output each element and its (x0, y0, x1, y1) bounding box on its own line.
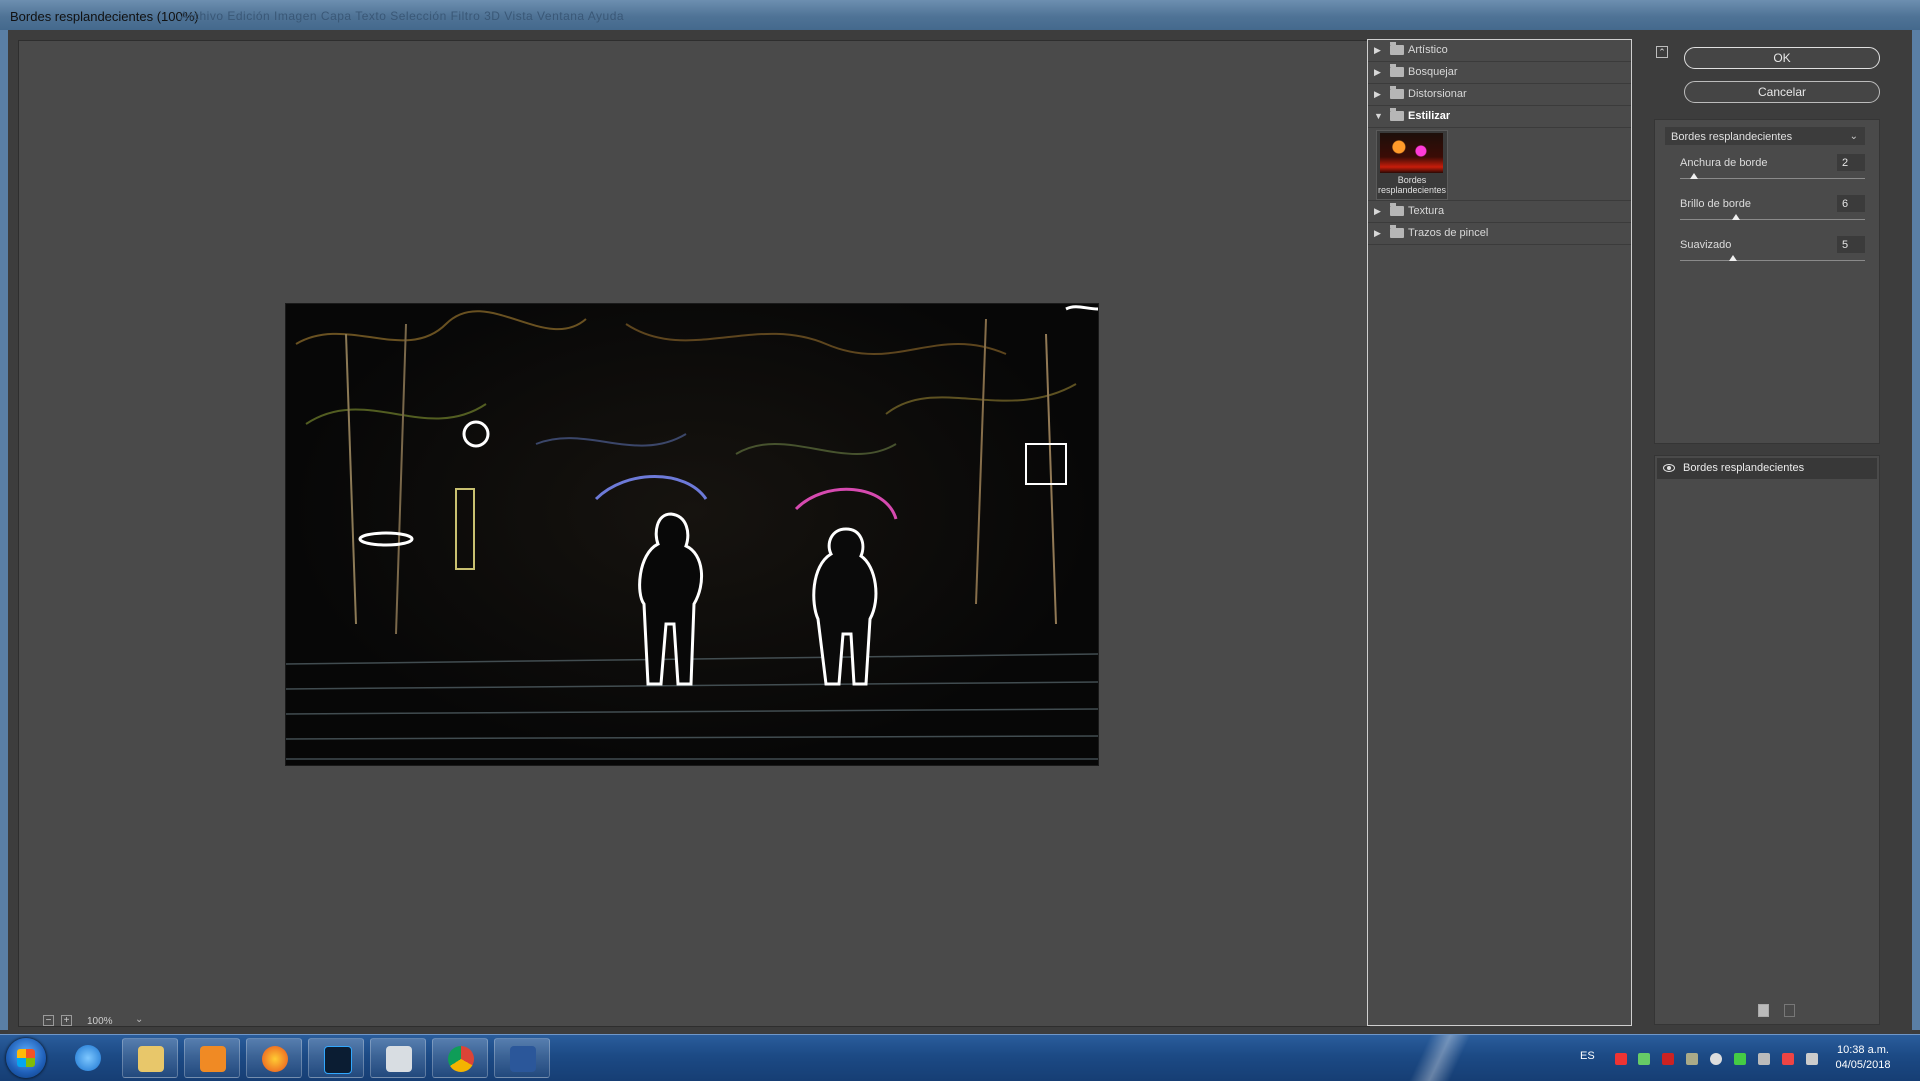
expand-arrow-icon[interactable]: ▶ (1374, 67, 1381, 78)
folder-icon (1390, 42, 1404, 55)
category-trazos-de-pincel[interactable]: ▶ Trazos de pincel (1368, 223, 1631, 245)
effect-layer-name: Bordes resplandecientes (1683, 462, 1805, 474)
category-artistico[interactable]: ▶ Artístico (1368, 40, 1631, 62)
category-label: Textura (1408, 205, 1445, 217)
window-frame-right (1912, 30, 1920, 1030)
param-label: Brillo de borde (1680, 198, 1751, 210)
cancel-button[interactable]: Cancelar (1684, 81, 1880, 103)
param-value-input[interactable]: 5 (1837, 236, 1865, 253)
tray-app-icon[interactable] (1710, 1053, 1722, 1065)
eye-icon[interactable] (1663, 464, 1675, 472)
expand-arrow-icon[interactable]: ▶ (1374, 206, 1381, 217)
tray-app-icon[interactable] (1615, 1053, 1627, 1065)
volume-icon[interactable] (1758, 1053, 1770, 1065)
tray-app-icon[interactable] (1662, 1053, 1674, 1065)
category-estilizar[interactable]: ▼ Estilizar (1368, 106, 1631, 128)
photoshop-icon[interactable] (308, 1038, 364, 1078)
preview-area[interactable]: − + 100% ⌄ (18, 40, 1370, 1027)
effect-layers-panel: Bordes resplandecientes (1654, 455, 1880, 1025)
param-slider-track[interactable] (1680, 178, 1865, 179)
start-button[interactable] (6, 1038, 46, 1078)
language-indicator[interactable]: ES (1580, 1050, 1595, 1062)
param-slider-track[interactable] (1680, 219, 1865, 220)
param-anchura-de-borde: Anchura de borde 2 (1665, 154, 1875, 194)
background-menu-bar: Archivo Edición Imagen Capa Texto Selecc… (180, 9, 625, 23)
filter-gallery-dialog: − + 100% ⌄ ▶ Artístico ▶ Bosquejar ▶ Dis… (8, 30, 1912, 1034)
collapse-gallery-button[interactable]: ⌃ (1656, 46, 1668, 58)
action-center-flag-icon[interactable] (1782, 1053, 1794, 1065)
folder-icon (1390, 64, 1404, 77)
ok-button[interactable]: OK (1684, 47, 1880, 69)
preview-image[interactable] (285, 303, 1099, 766)
filter-thumbnails: Bordes resplandecientes (1368, 128, 1631, 201)
expand-arrow-icon[interactable]: ▶ (1374, 45, 1381, 56)
title-bar: Bordes resplandecientes (100%) Archivo E… (0, 0, 1920, 30)
trash-icon[interactable] (1784, 1004, 1795, 1017)
clock[interactable]: 10:38 a.m. 04/05/2018 (1818, 1043, 1908, 1073)
category-textura[interactable]: ▶ Textura (1368, 201, 1631, 223)
param-label: Suavizado (1680, 239, 1732, 251)
tray-app-icon[interactable] (1638, 1053, 1650, 1065)
param-value-input[interactable]: 6 (1837, 195, 1865, 212)
glowing-edges-preview-art (286, 305, 1098, 760)
clock-time: 10:38 a.m. (1837, 1044, 1889, 1056)
filter-thumb-caption: Bordes resplandecientes (1377, 175, 1447, 195)
param-slider-knob[interactable] (1731, 214, 1740, 220)
param-label: Anchura de borde (1680, 157, 1768, 169)
chrome-icon[interactable] (432, 1038, 488, 1078)
notes-icon[interactable] (370, 1038, 426, 1078)
folder-icon (1390, 203, 1404, 216)
param-value-input[interactable]: 2 (1837, 154, 1865, 171)
expand-arrow-icon[interactable]: ▶ (1374, 89, 1381, 100)
window-frame-left (0, 30, 8, 1030)
filter-select[interactable]: Bordes resplandecientes ⌄ (1665, 127, 1865, 145)
filter-select-value: Bordes resplandecientes (1671, 131, 1793, 143)
network-icon[interactable] (1806, 1053, 1818, 1065)
param-slider-knob[interactable] (1728, 255, 1737, 261)
settings-column: ⌃ OK Cancelar Bordes resplandecientes ⌄ … (1634, 39, 1908, 1026)
zoom-out-button[interactable]: − (43, 1015, 54, 1026)
windows-logo-icon (17, 1049, 35, 1067)
zoom-dropdown-icon[interactable]: ⌄ (135, 1014, 143, 1025)
media-player-icon[interactable] (184, 1038, 240, 1078)
category-label: Distorsionar (1408, 88, 1467, 100)
zoom-controls: − + 100% ⌄ (29, 1013, 329, 1031)
folder-icon (1390, 225, 1404, 238)
expand-arrow-icon[interactable]: ▶ (1374, 228, 1381, 239)
param-suavizado: Suavizado 5 (1665, 236, 1875, 276)
category-bosquejar[interactable]: ▶ Bosquejar (1368, 62, 1631, 84)
zoom-in-button[interactable]: + (61, 1015, 72, 1026)
category-label: Trazos de pincel (1408, 227, 1489, 239)
clock-date: 04/05/2018 (1835, 1059, 1891, 1071)
param-slider-knob[interactable] (1690, 173, 1699, 179)
effect-layer-row[interactable]: Bordes resplandecientes (1657, 458, 1877, 479)
param-brillo-de-borde: Brillo de borde 6 (1665, 195, 1875, 235)
file-explorer-icon[interactable] (122, 1038, 178, 1078)
effect-layer-tools (1758, 1004, 1818, 1020)
chevron-down-icon: ⌄ (1849, 131, 1858, 142)
folder-icon (1390, 86, 1404, 99)
new-effect-layer-icon[interactable] (1758, 1004, 1769, 1017)
category-distorsionar[interactable]: ▶ Distorsionar (1368, 84, 1631, 106)
taskbar-glare (1350, 1035, 1530, 1081)
firefox-icon[interactable] (246, 1038, 302, 1078)
collapse-arrow-icon[interactable]: ▼ (1374, 111, 1383, 121)
window-title: Bordes resplandecientes (100%) (10, 9, 199, 24)
zoom-level[interactable]: 100% (87, 1016, 113, 1027)
filter-gallery-panel: ▶ Artístico ▶ Bosquejar ▶ Distorsionar ▼… (1367, 39, 1632, 1026)
category-label: Bosquejar (1408, 66, 1458, 78)
category-label: Artístico (1408, 44, 1448, 56)
filter-thumb-bordes-resplandecientes[interactable]: Bordes resplandecientes (1376, 130, 1448, 200)
open-folder-icon (1390, 108, 1404, 121)
param-slider-track[interactable] (1680, 260, 1865, 261)
taskbar: ES 10:38 a.m. 04/05/2018 (0, 1034, 1920, 1081)
internet-explorer-icon[interactable] (60, 1038, 116, 1078)
tray-app-icon[interactable] (1734, 1053, 1746, 1065)
filter-thumb-image (1380, 133, 1443, 173)
category-label: Estilizar (1408, 110, 1451, 122)
word-icon[interactable] (494, 1038, 550, 1078)
filter-settings-panel: Bordes resplandecientes ⌄ Anchura de bor… (1654, 119, 1880, 444)
tray-app-icon[interactable] (1686, 1053, 1698, 1065)
